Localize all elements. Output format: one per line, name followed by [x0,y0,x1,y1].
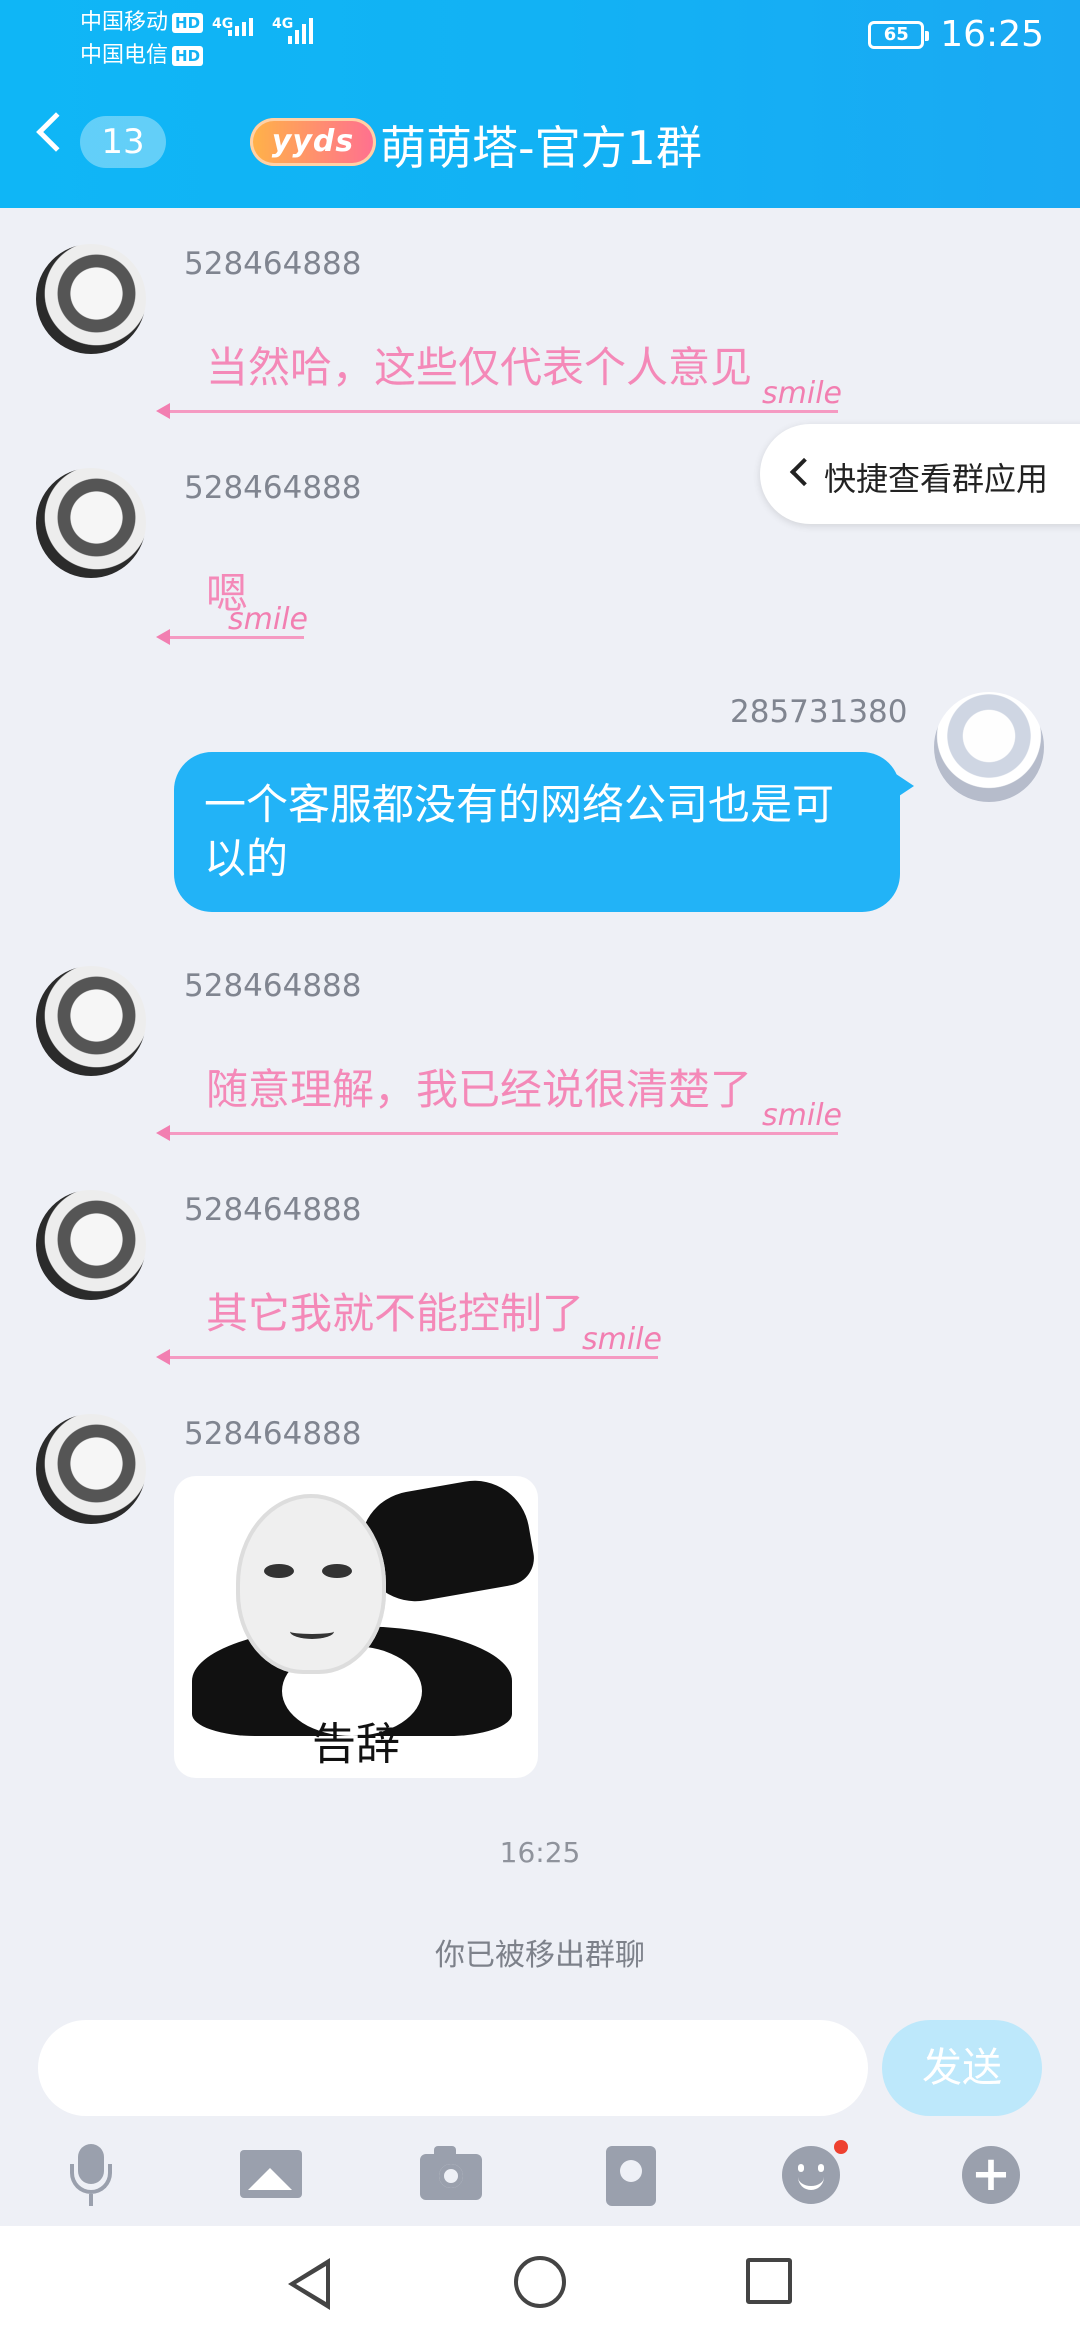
battery-icon: 65 [868,20,930,49]
sender-id: 528464888 [184,1416,362,1452]
sender-id: 528464888 [184,1192,362,1228]
message-input[interactable] [38,2020,868,2116]
avatar[interactable] [36,966,146,1076]
chat-header: 中国移动 HD 中国电信 HD 4G 4G 65 16:25 13 yyds 萌萌塔… [0,0,1080,208]
sender-id: 528464888 [184,968,362,1004]
system-notice: 你已被移出群聊 [435,1938,645,1973]
message-text[interactable]: 随意理解，我已经说很清楚了 [206,1056,752,1117]
message-text[interactable]: 当然哈，这些仅代表个人意见 [206,334,752,395]
hd-badge-2: HD [172,46,204,66]
smile-decor: smile [762,1098,842,1133]
signal-icon-1: 4G [212,16,253,36]
camera-icon[interactable] [416,2140,486,2210]
smile-decor: smile [228,602,308,637]
message-timestamp: 16:25 [499,1836,581,1869]
nav-back-icon[interactable] [288,2258,330,2310]
sticker-caption: 告辞 [312,1719,400,1770]
avatar[interactable] [36,1190,146,1300]
status-carriers: 中国移动 HD 中国电信 HD [80,6,204,72]
group-apps-shortcut[interactable]: 快捷查看群应用 [760,424,1080,524]
net-label-1: 4G [212,16,234,32]
notification-dot [834,2140,848,2154]
unread-count-badge[interactable]: 13 [80,116,166,168]
chat-title[interactable]: 萌萌塔-官方1群 [380,112,702,178]
sender-id: 285731380 [730,694,908,730]
group-badge: yyds [250,118,376,166]
microphone-icon[interactable] [56,2140,126,2210]
sticker-face [236,1494,386,1674]
my-message-bubble[interactable]: 一个客服都没有的网络公司也是可以的 [174,752,914,912]
image-icon[interactable] [236,2140,306,2210]
smile-decor: smile [762,376,842,411]
sender-id: 528464888 [184,470,362,506]
nav-recent-icon[interactable] [746,2258,792,2304]
bubble-decoration: smile [156,1322,662,1365]
smile-decor: smile [582,1322,662,1357]
status-right: 65 16:25 [868,14,1044,55]
chat-toolbar: + [0,2130,1080,2230]
plus-icon[interactable]: + [956,2140,1026,2210]
bubble-decoration: smile [156,1098,842,1141]
red-packet-icon[interactable] [596,2140,666,2210]
avatar[interactable] [36,468,146,578]
nav-home-icon[interactable] [514,2256,566,2308]
net-label-2: 4G [272,16,294,32]
bubble-decoration: smile [156,376,842,419]
back-arrow-icon[interactable] [36,112,76,152]
bubble-decoration: smile [156,602,308,645]
status-time: 16:25 [940,14,1044,55]
carrier-2: 中国电信 [80,43,169,68]
my-avatar[interactable] [934,692,1044,802]
shortcut-label: 快捷查看群应用 [824,460,1049,498]
system-nav-bar [0,2226,1080,2340]
panda-sticker[interactable]: 告辞 [174,1476,538,1778]
chevron-left-icon [789,457,819,487]
sender-id: 528464888 [184,246,362,282]
carrier-1: 中国移动 [80,10,169,35]
message-text[interactable]: 其它我就不能控制了 [206,1280,584,1341]
emoji-icon[interactable] [776,2140,848,2210]
signal-icon-2: 4G [272,16,313,44]
avatar[interactable] [36,244,146,354]
avatar[interactable] [36,1414,146,1524]
hd-badge-1: HD [172,13,204,33]
send-button[interactable]: 发送 [882,2020,1042,2116]
